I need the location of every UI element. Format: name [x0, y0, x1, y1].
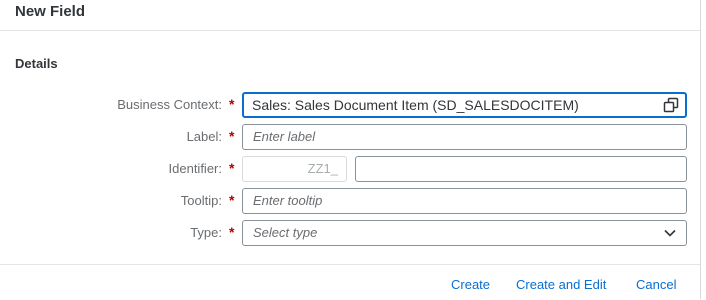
business-context-label: Business Context: [117, 97, 222, 112]
label-row: Label: * Enter label [0, 124, 700, 150]
label-placeholder: Enter label [253, 129, 316, 144]
business-context-field[interactable]: Sales: Sales Document Item (SD_SALESDOCI… [242, 92, 687, 118]
business-context-value: Sales: Sales Document Item (SD_SALESDOCI… [252, 97, 579, 113]
section-title-details: Details [15, 56, 58, 71]
identifier-prefix: ZZ1_ [307, 161, 338, 176]
type-placeholder: Select type [253, 225, 318, 240]
type-select[interactable]: Select type [242, 220, 687, 246]
tooltip-input[interactable]: Enter tooltip [242, 188, 687, 214]
required-marker: * [229, 160, 235, 176]
label-field-label: Label: [186, 129, 222, 144]
cancel-button[interactable]: Cancel [636, 277, 676, 292]
chevron-down-icon[interactable] [664, 229, 676, 237]
tooltip-row: Tooltip: * Enter tooltip [0, 188, 700, 214]
identifier-row: Identifier: * ZZ1_ [0, 156, 700, 182]
tooltip-placeholder: Enter tooltip [253, 193, 323, 208]
required-marker: * [229, 128, 235, 144]
identifier-prefix-field: ZZ1_ [242, 156, 347, 182]
type-label: Type: [190, 225, 222, 240]
identifier-label: Identifier: [168, 161, 222, 176]
value-help-icon[interactable] [663, 97, 679, 113]
tooltip-label: Tooltip: [180, 193, 222, 208]
identifier-input[interactable] [355, 156, 687, 182]
dialog-header: New Field [0, 0, 700, 31]
required-marker: * [229, 224, 235, 240]
required-marker: * [229, 192, 235, 208]
dialog-footer: Create Create and Edit Cancel [0, 264, 700, 300]
new-field-dialog: New Field Details Business Context: * Sa… [0, 0, 706, 299]
create-button[interactable]: Create [451, 277, 490, 292]
business-context-row: Business Context: * Sales: Sales Documen… [0, 92, 700, 118]
dialog-border [700, 0, 701, 299]
type-row: Type: * Select type [0, 220, 700, 246]
required-marker: * [229, 96, 235, 112]
label-input[interactable]: Enter label [242, 124, 687, 150]
dialog-title: New Field [15, 3, 86, 20]
create-and-edit-button[interactable]: Create and Edit [516, 277, 606, 292]
